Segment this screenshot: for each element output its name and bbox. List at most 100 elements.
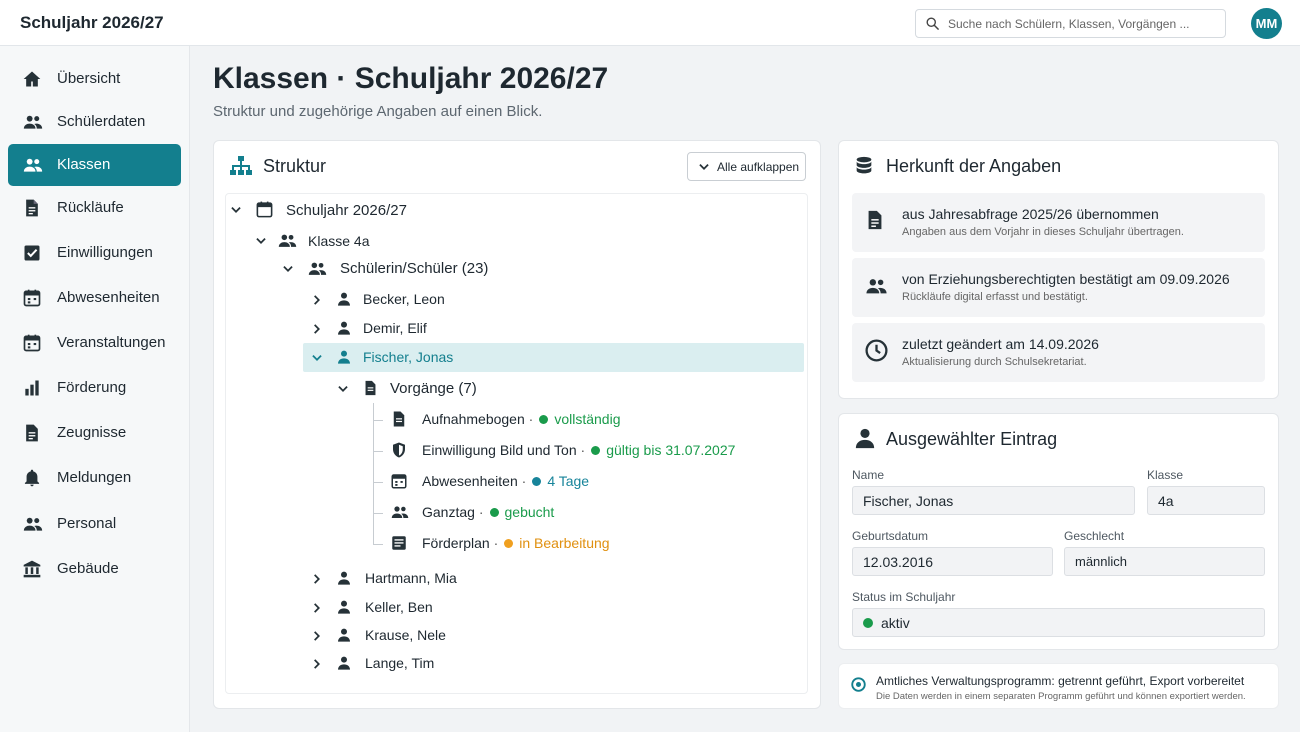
process-status: 4 Tage (547, 473, 590, 489)
tree-node-label: Schuljahr 2026/27 (286, 202, 407, 219)
sidebar-item-klassen[interactable]: Klassen (8, 144, 181, 186)
chevron-down-icon[interactable] (336, 382, 350, 396)
people-icon (307, 259, 328, 278)
chevron-down-icon[interactable] (310, 351, 324, 365)
document-icon (22, 423, 42, 443)
tree-node-student[interactable]: Becker, Leon (310, 289, 510, 311)
tree-node-student[interactable]: Keller, Ben (310, 597, 510, 619)
process-name: Einwilligung Bild und Ton (422, 442, 577, 458)
origin-item: von Erziehungsberechtigten bestätigt am … (852, 258, 1265, 317)
person-icon (336, 599, 352, 615)
sidebar-item-foerderung[interactable]: Förderung (8, 367, 181, 409)
sidebar-item-meldungen[interactable]: Meldungen (8, 457, 181, 499)
tree-node-label: Schülerin/Schüler (23) (340, 260, 489, 277)
class-field[interactable]: 4a (1147, 486, 1265, 515)
status-dot (489, 507, 499, 517)
origin-title: Herkunft der Angaben (886, 156, 1062, 176)
tree-connector (373, 403, 374, 544)
calendar-icon (255, 200, 274, 219)
sidebar-item-personal[interactable]: Personal (8, 503, 181, 545)
bell-icon (22, 468, 42, 488)
sidebar-item-label: Förderung (57, 379, 127, 396)
chevron-right-icon[interactable] (310, 657, 324, 671)
sidebar-item-veranstaltungen[interactable]: Veranstaltungen (8, 322, 181, 364)
chevron-right-icon[interactable] (310, 572, 324, 586)
status-field[interactable]: aktiv (852, 608, 1265, 637)
person-icon (336, 349, 352, 365)
checkbox-icon (22, 243, 42, 263)
sidebar-item-schuelerdaten[interactable]: Schülerdaten (8, 101, 181, 143)
calendar-icon (22, 333, 42, 353)
document-icon (22, 198, 42, 218)
expand-all-button[interactable]: Alle aufklappen (687, 152, 806, 181)
people-icon (277, 231, 298, 250)
tree-node-student[interactable]: Krause, Nele (310, 625, 510, 647)
gender-field[interactable]: männlich (1064, 547, 1265, 576)
document-icon (390, 410, 408, 428)
tree-node-student[interactable]: Demir, Elif (310, 318, 510, 340)
tree-connector (373, 544, 383, 545)
chevron-down-icon[interactable] (229, 203, 243, 217)
sidebar-item-gebaeude[interactable]: Gebäude (8, 548, 181, 590)
name-label: Name (852, 468, 885, 482)
origin-item-title: von Erziehungsberechtigten bestätigt am … (902, 271, 1230, 287)
sidebar-item-label: Klassen (57, 156, 111, 173)
chevron-right-icon[interactable] (310, 601, 324, 615)
tree-node-label: Hartmann, Mia (365, 570, 457, 586)
sidebar-item-ruecklaeufe[interactable]: Rückläufe (8, 187, 181, 229)
birthdate-field[interactable]: 12.03.2016 (852, 547, 1053, 576)
tree-node-class[interactable]: Klasse 4a (254, 230, 554, 252)
people-icon (22, 155, 44, 175)
sidebar-item-einwilligungen[interactable]: Einwilligungen (8, 232, 181, 274)
process-name: Förderplan (422, 535, 490, 551)
tree-node-student[interactable]: Hartmann, Mia (310, 568, 510, 590)
tree-node-label: Krause, Nele (365, 627, 446, 643)
page-subtitle: Struktur und zugehörige Angaben auf eine… (213, 103, 543, 120)
process-name: Abwesenheiten (422, 473, 518, 489)
process-name: Ganztag (422, 504, 475, 520)
home-icon (22, 69, 42, 89)
process-status: gültig bis 31.07.2027 (606, 442, 736, 458)
process-status: in Bearbeitung (519, 535, 610, 551)
origin-item-desc: Rückläufe digital erfasst und bestätigt. (902, 291, 1088, 303)
person-icon (336, 320, 352, 336)
tree-node-processes[interactable]: Vorgänge (7) (336, 378, 536, 400)
tree-connector (373, 513, 383, 514)
chevron-right-icon[interactable] (310, 293, 324, 307)
user-avatar[interactable]: MM (1251, 8, 1282, 39)
calendar-icon (22, 288, 42, 308)
sidebar-item-label: Schülerdaten (57, 113, 146, 130)
name-field[interactable]: Fischer, Jonas (852, 486, 1135, 515)
chevron-right-icon[interactable] (310, 322, 324, 336)
origin-item-title: aus Jahresabfrage 2025/26 übernommen (902, 206, 1159, 222)
search-box[interactable] (915, 9, 1226, 38)
search-input[interactable] (948, 11, 1218, 36)
tree-node-students[interactable]: Schülerin/Schüler (23) (281, 258, 581, 280)
class-label: Klasse (1147, 468, 1184, 482)
person-icon (336, 570, 352, 586)
tree-node-student[interactable]: Lange, Tim (310, 653, 510, 675)
status-dot (591, 445, 601, 455)
tree-node-student-selected[interactable]: Fischer, Jonas (310, 347, 510, 369)
origin-item: aus Jahresabfrage 2025/26 übernommen Ang… (852, 193, 1265, 252)
person-icon (854, 427, 876, 449)
process-name: Aufnahmebogen (422, 411, 525, 427)
people-icon (390, 503, 410, 521)
sidebar-item-zeugnisse[interactable]: Zeugnisse (8, 412, 181, 454)
clock-icon (864, 338, 889, 363)
sidebar-item-uebersicht[interactable]: Übersicht (8, 58, 181, 100)
database-icon (853, 154, 875, 178)
process-status: gebucht (504, 504, 555, 520)
chevron-right-icon[interactable] (310, 629, 324, 643)
tree-node-school-year[interactable]: Schuljahr 2026/27 (229, 199, 529, 221)
sidebar-item-abwesenheiten[interactable]: Abwesenheiten (8, 277, 181, 319)
chevron-down-icon[interactable] (281, 262, 295, 276)
people-icon (864, 275, 889, 297)
calendar-icon (390, 472, 408, 490)
notice-title: Amtliches Verwaltungsprogramm: getrennt … (876, 674, 1245, 688)
chevron-down-icon (697, 160, 711, 174)
chevron-down-icon[interactable] (254, 234, 268, 248)
person-icon (336, 655, 352, 671)
sitemap-icon (229, 155, 253, 177)
people-icon (22, 514, 44, 534)
